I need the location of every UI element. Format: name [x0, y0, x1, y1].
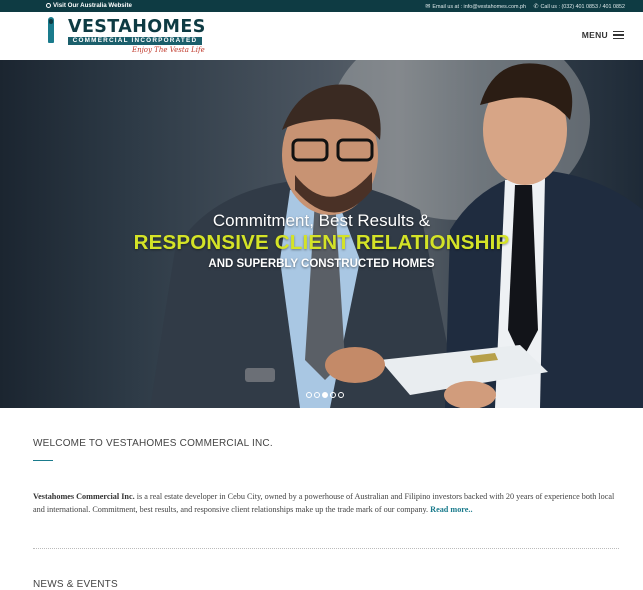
australia-website-link[interactable]: Visit Our Australia Website: [46, 2, 132, 9]
external-link-icon: [46, 3, 51, 8]
site-header: VESTAHOMES COMMERCIAL INCORPORATED Enjoy…: [0, 12, 643, 60]
slide-dot-3[interactable]: [322, 392, 328, 398]
menu-label: MENU: [581, 30, 608, 40]
read-more-link[interactable]: Read more..: [430, 505, 472, 514]
envelope-icon: ✉: [425, 3, 431, 10]
company-name: Vestahomes Commercial Inc.: [33, 492, 135, 501]
news-events-heading: NEWS & EVENTS: [33, 579, 118, 590]
logo-tagline: Enjoy The Vesta Life: [132, 46, 205, 54]
hero-slider: Commitment, Best Results & RESPONSIVE CL…: [0, 60, 643, 408]
heading-accent-rule: [33, 460, 53, 461]
section-divider: [33, 548, 619, 549]
about-paragraph: Vestahomes Commercial Inc. is a real est…: [33, 491, 619, 516]
hero-line-2: RESPONSIVE CLIENT RELATIONSHIP: [133, 231, 510, 254]
hero-line-1: Commitment, Best Results &: [212, 211, 431, 230]
slide-dot-5[interactable]: [338, 392, 344, 398]
slide-dot-4[interactable]: [330, 392, 336, 398]
welcome-heading: WELCOME TO VESTAHOMES COMMERCIAL INC.: [33, 438, 273, 449]
slide-dot-1[interactable]: [306, 392, 312, 398]
contact-info: ✉ Email us at : info@vestahomes.com.ph ✆ C…: [419, 3, 625, 10]
logo-band: COMMERCIAL INCORPORATED: [68, 37, 202, 45]
top-bar: Visit Our Australia Website ✉ Email us at…: [0, 0, 643, 12]
slide-dot-2[interactable]: [314, 392, 320, 398]
hero-line-3: AND SUPERBLY CONSTRUCTED HOMES: [208, 258, 435, 270]
call-text[interactable]: Call us : (032) 401 0853 / 401 0852: [540, 4, 625, 10]
menu-button[interactable]: MENU: [582, 30, 624, 40]
phone-icon: ✆: [533, 3, 539, 10]
australia-link-label: Visit Our Australia Website: [53, 2, 132, 9]
slider-pagination: [306, 392, 344, 398]
email-text[interactable]: Email us at : info@vestahomes.com.ph: [432, 4, 526, 10]
logo-mark-icon: [48, 17, 54, 43]
logo-name: VESTAHOMES: [68, 17, 206, 37]
hamburger-icon: [613, 31, 624, 39]
vestahomes-logo[interactable]: VESTAHOMES COMMERCIAL INCORPORATED Enjoy…: [44, 15, 206, 57]
